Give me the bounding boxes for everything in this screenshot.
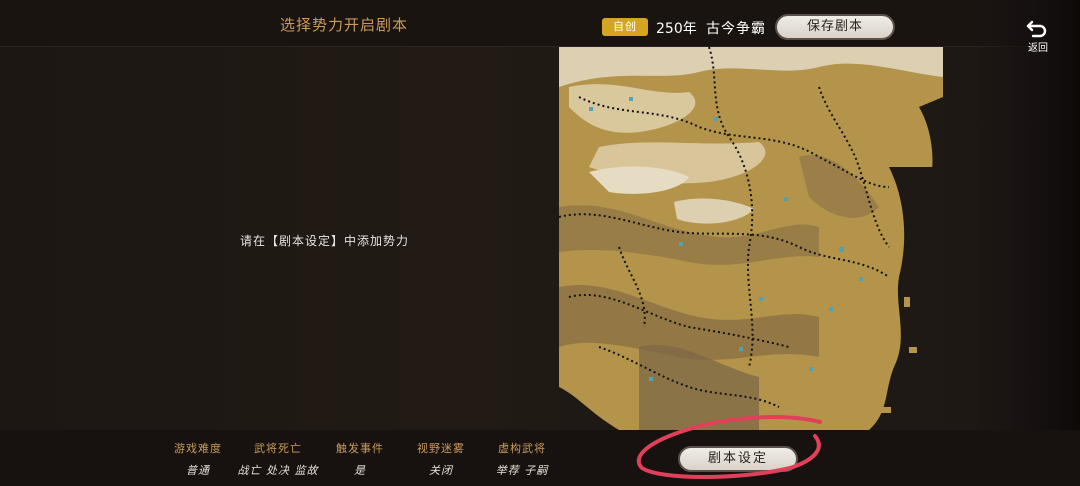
save-scenario-button[interactable]: 保存剧本: [775, 14, 895, 40]
setting-value: 举荐 子嗣: [495, 464, 549, 477]
setting-value: 是: [354, 464, 366, 477]
setting-fog-of-war[interactable]: 视野迷雾 关闭: [396, 440, 486, 478]
back-label: 返回: [1028, 43, 1048, 54]
setting-difficulty[interactable]: 游戏难度 普通: [153, 440, 243, 478]
brush-decoration: [970, 0, 1080, 486]
setting-label: 视野迷雾: [417, 442, 465, 455]
empty-faction-hint: 请在【剧本设定】中添加势力: [240, 234, 410, 248]
scenario-name: 古今争霸: [706, 21, 766, 37]
setting-general-death[interactable]: 武将死亡 战亡 处决 监故: [233, 440, 323, 478]
setting-label: 触发事件: [336, 442, 384, 455]
scenario-settings-button[interactable]: 剧本设定: [678, 446, 798, 472]
back-arrow-icon: [1026, 20, 1047, 38]
mode-badge: 自创: [602, 18, 648, 36]
setting-fictional-generals[interactable]: 虚构武将 举荐 子嗣: [477, 440, 567, 478]
setting-value: 普通: [186, 464, 210, 477]
setting-label: 武将死亡: [254, 442, 302, 455]
map-preview[interactable]: [559, 47, 943, 430]
setting-label: 虚构武将: [498, 442, 546, 455]
scenario-select-screen: 选择势力开启剧本 自创 250年 古今争霸 保存剧本 返回 请在【剧本设定】中添…: [0, 0, 1080, 486]
setting-value: 战亡 处决 监故: [237, 464, 319, 477]
back-button[interactable]: 返回: [1020, 18, 1056, 54]
year-label: 250年: [656, 21, 697, 37]
page-title: 选择势力开启剧本: [280, 16, 409, 34]
terrain-map: [559, 47, 943, 430]
top-bar: 选择势力开启剧本 自创 250年 古今争霸 保存剧本: [0, 0, 1080, 47]
setting-value: 关闭: [429, 464, 453, 477]
setting-label: 游戏难度: [174, 442, 222, 455]
setting-trigger-events[interactable]: 触发事件 是: [315, 440, 405, 478]
